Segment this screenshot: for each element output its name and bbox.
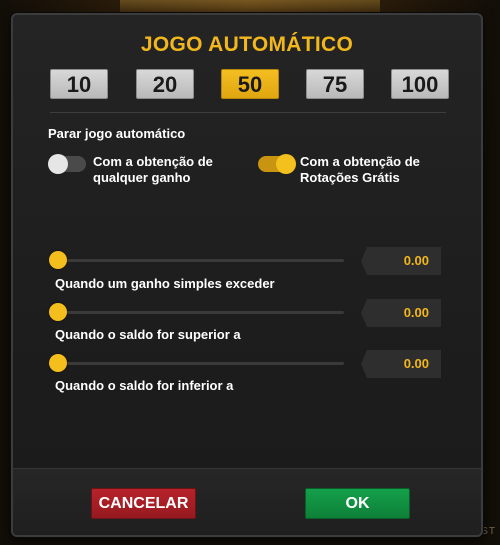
game-logo-strip [120,0,380,14]
balance-above-label: Quando o saldo for superior a [55,327,241,342]
slider-balance-below[interactable] [49,354,344,372]
section-divider [50,112,446,113]
slider-thumb[interactable] [49,354,67,372]
toggle-free-spins[interactable] [258,154,296,174]
spin-count-10-button[interactable]: 10 [50,69,108,99]
single-win-label: Quando um ganho simples exceder [55,276,275,291]
balance-above-value[interactable]: 0.00 [361,299,441,327]
balance-below-label: Quando o saldo for inferior a [55,378,234,393]
toggle-any-win-label: Com a obtenção de qualquer ganho [93,154,233,186]
slider-single-win[interactable] [49,251,344,269]
stop-autoplay-label: Parar jogo automático [48,126,186,141]
slider-balance-above[interactable] [49,303,344,321]
toggle-free-spins-label-line1: Com a obtenção de [300,154,420,169]
ok-button[interactable]: OK [305,488,410,519]
toggle-any-win-label-line1: Com a obtenção de [93,154,213,169]
spin-count-20-button[interactable]: 20 [136,69,194,99]
toggle-knob [276,154,296,174]
toggle-any-win-label-line2: qualquer ganho [93,170,191,185]
toggle-free-spins-label-line2: Rotações Grátis [300,170,400,185]
footer-divider [13,468,481,469]
single-win-value[interactable]: 0.00 [361,247,441,275]
spin-count-50-button[interactable]: 50 [221,69,279,99]
toggle-knob [48,154,68,174]
slider-thumb[interactable] [49,251,67,269]
toggle-any-win[interactable] [48,154,86,174]
spin-count-selector: 10 20 50 75 100 [50,69,450,101]
autoplay-dialog: JOGO AUTOMÁTICO 10 20 50 75 100 Parar jo… [11,13,483,537]
balance-below-value[interactable]: 0.00 [361,350,441,378]
spin-count-75-button[interactable]: 75 [306,69,364,99]
spin-count-100-button[interactable]: 100 [391,69,449,99]
slider-thumb[interactable] [49,303,67,321]
cancel-button[interactable]: CANCELAR [91,488,196,519]
dialog-title: JOGO AUTOMÁTICO [140,33,354,56]
toggle-free-spins-label: Com a obtenção de Rotações Grátis [300,154,440,186]
dialog-footer [13,469,481,535]
